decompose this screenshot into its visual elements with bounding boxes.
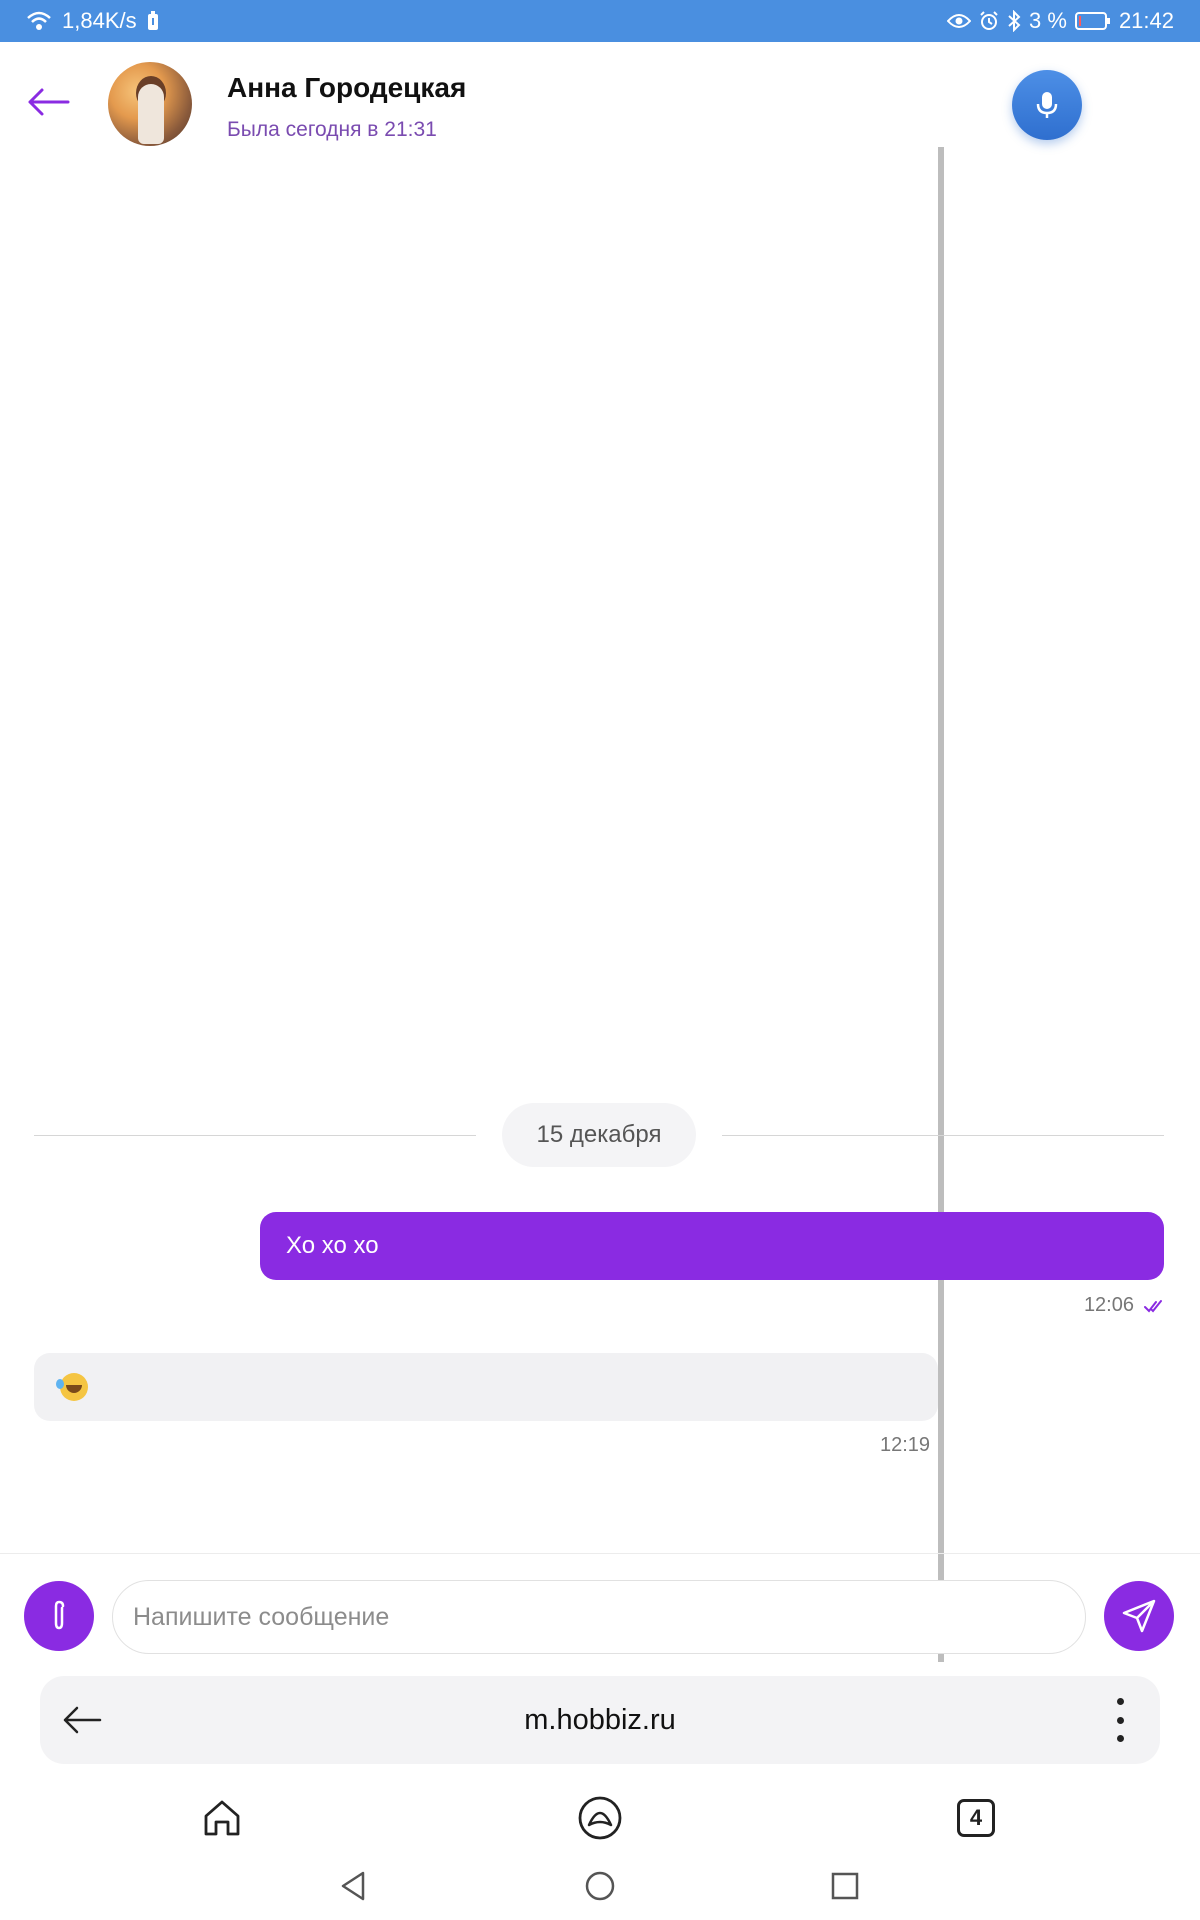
battery-icon	[1074, 11, 1111, 31]
tabs-count: 4	[957, 1799, 995, 1837]
incoming-message[interactable]	[34, 1353, 938, 1421]
double-check-icon	[1144, 1299, 1162, 1313]
nav-back-icon[interactable]	[334, 1866, 374, 1906]
send-icon	[1122, 1599, 1156, 1633]
outgoing-message[interactable]: Хо хо хо	[260, 1212, 1164, 1280]
status-bar: 1,84K/s 3 % 21:42	[0, 0, 1200, 42]
alice-icon[interactable]	[575, 1793, 625, 1843]
attach-button[interactable]	[24, 1581, 94, 1651]
alarm-icon	[979, 11, 999, 31]
message-meta: 12:06	[1084, 1294, 1164, 1317]
clock: 21:42	[1118, 8, 1174, 33]
rofl-emoji-icon	[56, 1373, 88, 1401]
date-chip: 15 декабря	[502, 1103, 696, 1167]
message-input[interactable]	[112, 1580, 1086, 1654]
contact-last-seen: Была сегодня в 21:31	[227, 118, 437, 141]
chat-header: Анна Городецкая Была сегодня в 21:31	[0, 42, 1200, 152]
message-text: Хо хо хо	[286, 1232, 379, 1259]
tabs-icon[interactable]: 4	[951, 1793, 1001, 1843]
bluetooth-icon	[1007, 10, 1021, 32]
battery-percent: 3 %	[1029, 8, 1067, 33]
url-text[interactable]: m.hobbiz.ru	[40, 1676, 1160, 1764]
browser-address-bar[interactable]: m.hobbiz.ru	[40, 1676, 1160, 1764]
home-icon[interactable]	[197, 1793, 247, 1843]
paperclip-icon	[54, 1600, 65, 1630]
battery-saver-icon	[147, 11, 159, 31]
composer-divider	[0, 1553, 1200, 1554]
message-time: 12:19	[880, 1434, 931, 1456]
send-button[interactable]	[1104, 1581, 1174, 1651]
voice-call-button[interactable]	[1012, 70, 1082, 140]
arrow-left-icon	[28, 88, 70, 116]
back-button[interactable]	[26, 82, 76, 122]
nav-recents-icon[interactable]	[825, 1866, 865, 1906]
message-time: 12:06	[1083, 1294, 1134, 1316]
scrollbar[interactable]	[938, 147, 944, 1662]
eye-icon	[947, 13, 972, 29]
nav-home-icon[interactable]	[580, 1866, 620, 1906]
wifi-icon	[26, 10, 52, 32]
avatar[interactable]	[108, 62, 192, 146]
network-speed: 1,84K/s	[62, 8, 137, 33]
kebab-menu-icon[interactable]	[1114, 1698, 1126, 1742]
date-separator: 15 декабря	[34, 1103, 1164, 1167]
contact-name[interactable]: Анна Городецкая	[227, 72, 466, 104]
microphone-icon	[1036, 92, 1058, 118]
